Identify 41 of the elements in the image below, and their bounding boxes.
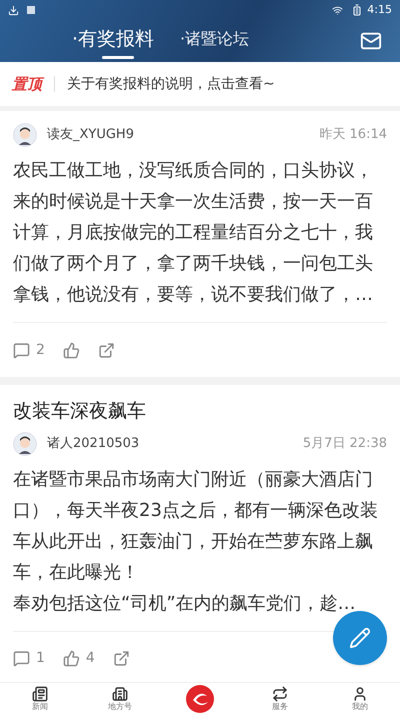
avatar-icon: [13, 123, 37, 147]
app-logo[interactable]: [185, 684, 215, 714]
notification-icon: [27, 6, 35, 14]
pinned-tag: 置顶: [12, 72, 42, 96]
pencil-icon: [349, 627, 371, 649]
nav-item[interactable]: 地方号: [80, 686, 160, 712]
user-icon: [352, 686, 368, 702]
like-icon[interactable]: [62, 342, 80, 358]
post-time: 5月7日 22:38: [302, 434, 387, 453]
post-body: 奉劝包括这位“司机”在内的飙车党们，趁…: [13, 592, 357, 616]
post-body: 在诸暨市果品市场南大门附近（丽豪大酒店门口），每天半夜23点之后，都有一辆深色改装车从此开出，狂轰油门，开始在苎萝东路上飙车，在此曝光！: [13, 468, 379, 584]
battery-icon: [351, 4, 364, 16]
pinned-text: 关于有奖报料的说明，点击查看~: [67, 74, 275, 94]
like-icon[interactable]: [62, 650, 80, 667]
comment-icon[interactable]: [13, 650, 30, 667]
post-body: 农民工做工地，没写纸质合同的，口头协议，来的时候说是十天拿一次生活费，按一天一百计算，月底按做完的工程量结百分之七十，我们做了两个月了，拿了两千块钱，一问包工头拿钱，他说没有，要等，说不要我们做了，…: [13, 159, 374, 307]
like-count: 4: [86, 649, 95, 668]
mail-icon[interactable]: [360, 30, 382, 52]
comment-count: 2: [36, 340, 45, 360]
post-time: 昨天 16:14: [319, 126, 387, 144]
building-icon: [112, 686, 128, 702]
newspaper-icon: [32, 686, 48, 702]
nav-item[interactable]: 我的: [320, 686, 400, 712]
header-tab[interactable]: ·有奖报料: [70, 23, 156, 59]
post-card[interactable]: 读友_XYUGH9 昨天 16:14 农民工做工地，没写纸质合同的，口头协议，来的时候说是十天拿一次生活费，按一天一百计算，月底按做完的工程量结百分之七十，我们做了两个月了，拿了两千块钱，一问包工头拿钱，他说没有，要等，说不要我们做了，… 2: [0, 111, 400, 377]
avatar-icon: [13, 432, 37, 456]
nav-item[interactable]: 新闻: [0, 686, 80, 712]
nav-item[interactable]: 服务: [240, 686, 320, 712]
pinned-notice[interactable]: 置顶 关于有奖报料的说明，点击查看~: [0, 62, 400, 106]
post-title: 改装车深夜飙车: [13, 399, 147, 424]
download-icon: [8, 4, 19, 16]
header-tab[interactable]: ·诸暨论坛: [178, 23, 252, 59]
share-icon[interactable]: [112, 650, 130, 667]
loop-icon: [272, 686, 288, 702]
share-icon[interactable]: [98, 342, 115, 358]
comment-icon[interactable]: [13, 342, 30, 358]
comment-count: 1: [36, 649, 45, 668]
wifi-icon: [332, 4, 344, 16]
author-name: 读友_XYUGH9: [47, 126, 134, 144]
author-name: 诸人20210503: [47, 434, 140, 453]
status-time: 4:15: [367, 2, 392, 18]
